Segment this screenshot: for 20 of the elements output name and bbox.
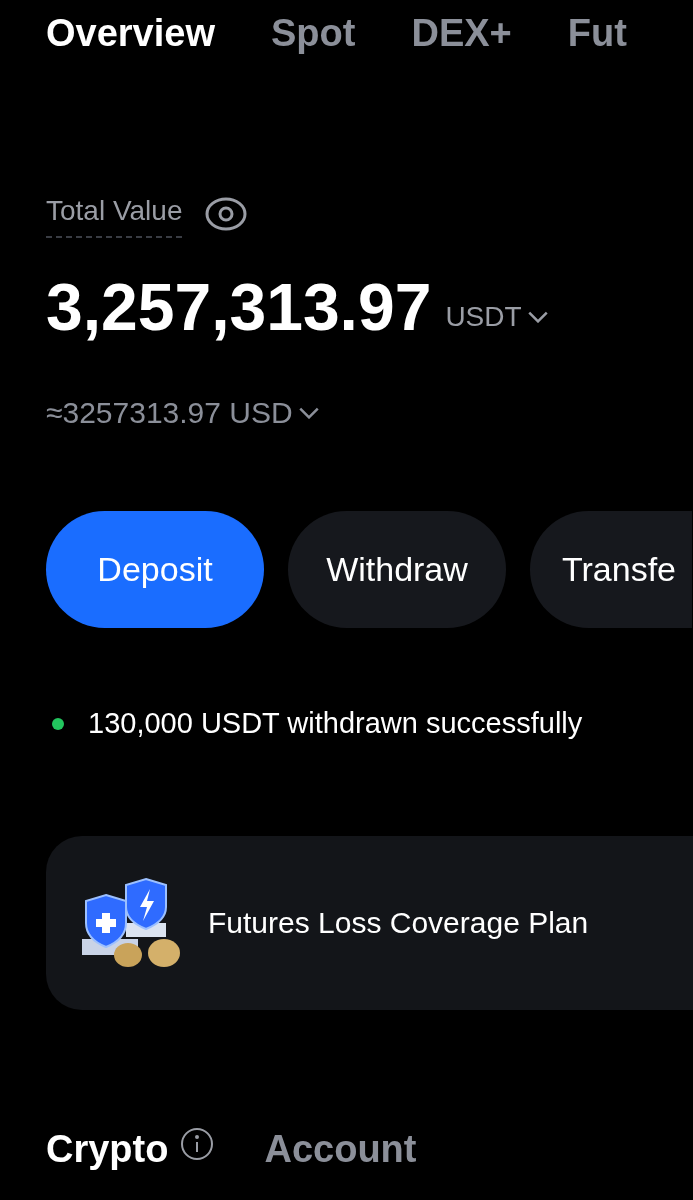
tab[interactable]: DEX+ [411, 14, 512, 52]
tab[interactable]: Account [264, 1129, 417, 1168]
tab[interactable]: Spot [271, 14, 356, 52]
action-button[interactable]: Withdraw [288, 511, 506, 628]
currency-selector[interactable]: USDT [445, 296, 548, 340]
tab[interactable]: Fut [567, 14, 627, 52]
tab[interactable]: Crypto [46, 1129, 169, 1168]
withdrawal-notice: 130,000 USDT withdrawn successfully [88, 706, 583, 741]
eye-icon[interactable] [204, 196, 249, 232]
total-value-label: Total Value [46, 190, 183, 238]
fiat-value-selector[interactable]: ≈3257313.97 USD [46, 390, 319, 435]
tab[interactable]: Overview [46, 14, 215, 52]
chevron-down-icon [527, 311, 548, 323]
total-value-amount: 3,257,313.97 [46, 274, 432, 340]
info-icon[interactable] [180, 1126, 215, 1161]
action-button[interactable]: Deposit [46, 511, 264, 628]
promo-card[interactable]: Futures Loss Coverage Plan [46, 835, 693, 1010]
action-button[interactable]: Transfe [530, 511, 692, 628]
promo-title: Futures Loss Coverage Plan [208, 905, 589, 941]
chevron-down-icon [298, 406, 319, 419]
